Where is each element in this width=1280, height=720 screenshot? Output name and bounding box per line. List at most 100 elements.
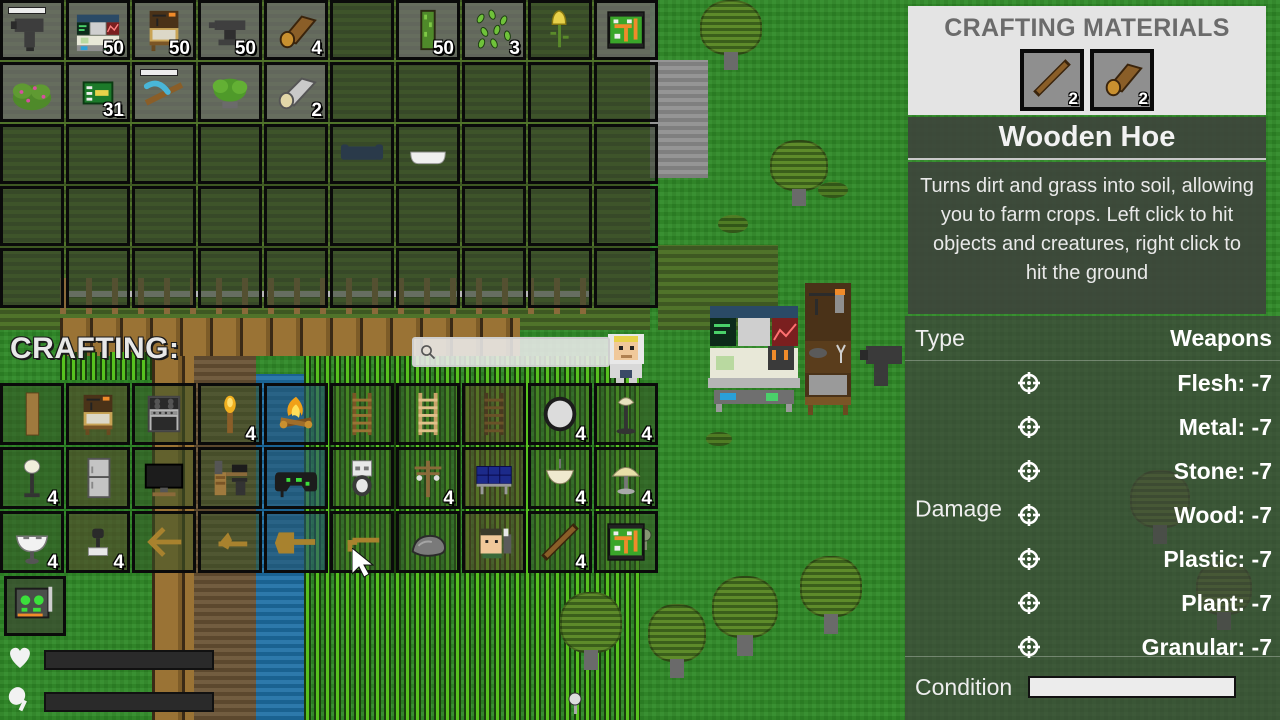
craft-slot-table-lamp[interactable]: 4 [594,447,658,509]
craft-slot-mannequin[interactable] [462,511,526,573]
inventory-slot-empty-slot[interactable] [132,248,196,308]
inventory-slot-circuit-board[interactable]: 31 [66,62,130,122]
inventory-grid[interactable]: 50 50 50 4 50 3 31 2 [0,0,658,308]
inventory-slot-empty-slot[interactable] [66,186,130,246]
inventory-slot-berry-bush[interactable] [0,62,64,122]
bush [818,182,848,198]
inventory-slot-empty-slot[interactable] [66,248,130,308]
inventory-slot-empty-slot[interactable] [396,124,460,184]
inventory-slot-empty-slot[interactable] [0,186,64,246]
tree [648,604,706,678]
workbench[interactable] [805,283,851,415]
material-stick[interactable]: 2 [1020,49,1084,111]
inventory-slot-empty-slot[interactable] [594,186,658,246]
inventory-slot-anvil[interactable]: 50 [198,0,262,60]
inventory-slot-empty-slot[interactable] [528,62,592,122]
inventory-slot-nail-gun[interactable] [0,0,64,60]
inventory-slot-empty-slot[interactable] [462,62,526,122]
craft-slot-floor-lamp[interactable]: 4 [594,383,658,445]
w-axe-icon [207,519,253,565]
craft-slot-torch[interactable]: 4 [198,383,262,445]
craft-slot-computer-desk[interactable] [198,447,262,509]
crafting-materials-list[interactable]: 22 [908,49,1266,111]
inventory-slot-empty-slot[interactable] [0,124,64,184]
inventory-slot-empty-slot[interactable] [198,186,262,246]
craft-slot-wooden-axe[interactable] [198,511,262,573]
craft-slot-game-console[interactable] [264,447,328,509]
inventory-slot-empty-slot[interactable] [462,186,526,246]
craft-slot-ceiling-light[interactable]: 4 [528,447,592,509]
type-value: Weapons [1170,324,1272,351]
inventory-slot-empty-slot[interactable] [132,124,196,184]
electronics-workbench[interactable] [708,306,800,412]
item-quantity: 50 [168,38,190,59]
craft-search-input[interactable] [442,344,608,360]
craft-slot-wooden-pickaxe[interactable] [132,511,196,573]
inventory-slot-empty-slot[interactable] [594,124,658,184]
inventory-slot-empty-slot[interactable] [330,62,394,122]
inventory-slot-stone-log[interactable]: 2 [264,62,328,122]
craft-slot-utility-pole[interactable]: 4 [396,447,460,509]
craft-slot-workbench[interactable] [66,383,130,445]
craft-slot-wooden-hammer[interactable] [264,511,328,573]
inventory-slot-empty-slot[interactable] [528,186,592,246]
craft-search-box[interactable] [412,337,610,367]
craft-slot-ladder-light[interactable] [396,383,460,445]
inventory-slot-empty-slot[interactable] [264,248,328,308]
inventory-slot-empty-slot[interactable] [330,0,394,60]
equipped-item-slot[interactable] [4,576,66,636]
craft-slot-refrigerator[interactable] [66,447,130,509]
craft-slot-stone[interactable] [396,511,460,573]
inventory-slot-empty-slot[interactable] [198,248,262,308]
craft-slot-faucet[interactable]: 4 [66,511,130,573]
craft-slot-map[interactable] [594,511,658,573]
inventory-slot-empty-slot[interactable] [462,124,526,184]
crafting-grid[interactable]: 4 4 4 4 4 4 4 4 4 4 [0,383,658,573]
inventory-slot-flower[interactable] [528,0,592,60]
inventory-slot-empty-slot[interactable] [462,248,526,308]
inventory-slot-pickaxe[interactable] [132,62,196,122]
inventory-slot-empty-slot[interactable] [198,124,262,184]
inventory-slot-empty-slot[interactable] [396,248,460,308]
inventory-slot-seeds[interactable]: 3 [462,0,526,60]
inventory-slot-empty-slot[interactable] [330,186,394,246]
inventory-slot-empty-slot[interactable] [594,248,658,308]
craft-slot-ladder[interactable] [330,383,394,445]
inventory-slot-empty-slot[interactable] [330,248,394,308]
craft-slot-solar-panel[interactable] [462,447,526,509]
inventory-slot-empty-slot[interactable] [0,248,64,308]
inventory-slot-empty-slot[interactable] [330,124,394,184]
inventory-slot-empty-slot[interactable] [264,186,328,246]
inventory-slot-empty-slot[interactable] [66,124,130,184]
inventory-slot-empty-slot[interactable] [264,124,328,184]
inventory-slot-map[interactable] [594,0,658,60]
inventory-slot-empty-slot[interactable] [528,124,592,184]
craft-slot-wooden-plank[interactable] [0,383,64,445]
craft-slot-street-lamp[interactable]: 4 [0,447,64,509]
craft-slot-toilet[interactable] [330,447,394,509]
craft-slot-stick[interactable]: 4 [528,511,592,573]
item-stats: Type Weapons Damage Flesh: -7 Metal: -7 St… [905,316,1280,720]
craft-slot-sink[interactable]: 4 [0,511,64,573]
crafting-materials-box: CRAFTING MATERIALS 22 [908,6,1266,115]
inventory-slot-empty-slot[interactable] [132,186,196,246]
fridge-icon [75,455,121,501]
craft-slot-campfire[interactable] [264,383,328,445]
crafting-materials-title: CRAFTING MATERIALS [944,14,1230,42]
inventory-slot-plant[interactable] [198,62,262,122]
inventory-slot-empty-slot[interactable] [396,62,460,122]
craft-slot-mirror[interactable]: 4 [528,383,592,445]
inventory-slot-empty-slot[interactable] [396,186,460,246]
inventory-slot-grass-block[interactable]: 50 [396,0,460,60]
inventory-slot-empty-slot[interactable] [528,248,592,308]
inventory-slot-empty-slot[interactable] [594,62,658,122]
condition-bar [1028,676,1237,698]
craft-slot-stove[interactable] [132,383,196,445]
craft-slot-television[interactable] [132,447,196,509]
damage-row: Metal: -7 [905,405,1280,449]
inventory-slot-workbench[interactable]: 50 [132,0,196,60]
craft-slot-ladder-dark[interactable] [462,383,526,445]
inventory-slot-electronics-workbench[interactable]: 50 [66,0,130,60]
material-log[interactable]: 2 [1090,49,1154,111]
inventory-slot-log[interactable]: 4 [264,0,328,60]
